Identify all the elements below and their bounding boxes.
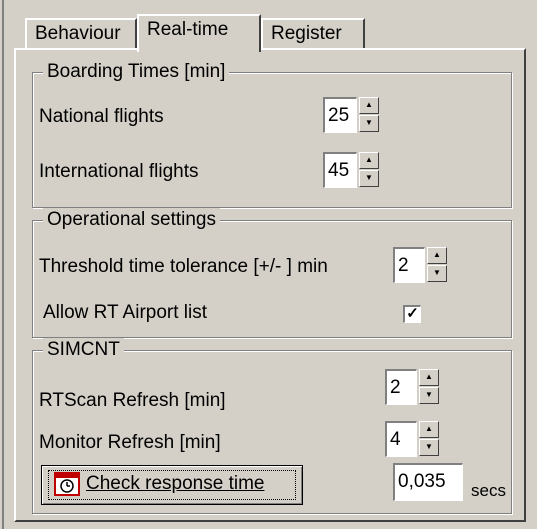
rtscan-arrows: ▲ ▼ (419, 369, 439, 405)
national-down-arrow-icon[interactable]: ▼ (359, 115, 379, 132)
tab-panel-real-time: Boarding Times [min] National flights 25… (14, 48, 526, 522)
monitor-refresh-label: Monitor Refresh [min] (39, 432, 221, 453)
tab-behaviour-label: Behaviour (35, 23, 121, 44)
national-flights-spinner: 25 ▲ ▼ (323, 95, 393, 135)
check-response-time-label: Check response time (86, 473, 265, 494)
international-up-arrow-icon[interactable]: ▲ (359, 152, 379, 169)
check-mark-icon: ✓ (406, 305, 419, 322)
national-flights-arrows: ▲ ▼ (359, 97, 379, 133)
rtscan-refresh-input[interactable]: 2 (385, 369, 417, 405)
international-down-arrow-icon[interactable]: ▼ (359, 170, 379, 187)
monitor-down-arrow-icon[interactable]: ▼ (419, 439, 439, 456)
national-flights-input[interactable]: 25 (323, 97, 357, 133)
boarding-times-group: Boarding Times [min] National flights 25… (32, 60, 512, 208)
window-left-edge (2, 0, 4, 529)
operational-settings-legend: Operational settings (43, 208, 220, 232)
threshold-tolerance-label: Threshold time tolerance [+/- ] min (39, 256, 328, 277)
national-flights-label: National flights (39, 106, 164, 127)
operational-settings-group: Operational settings Threshold time tole… (32, 208, 512, 338)
allow-rt-airport-label: Allow RT Airport list (43, 302, 208, 323)
check-response-time-button[interactable]: Check response time (41, 465, 303, 505)
international-flights-spinner: 45 ▲ ▼ (323, 150, 393, 190)
simcnt-legend: SIMCNT (43, 338, 124, 362)
threshold-up-arrow-icon[interactable]: ▲ (427, 247, 447, 264)
monitor-up-arrow-icon[interactable]: ▲ (419, 421, 439, 438)
tab-behaviour[interactable]: Behaviour (25, 18, 137, 50)
international-flights-label: International flights (39, 161, 199, 182)
monitor-refresh-input[interactable]: 4 (385, 421, 417, 457)
response-time-field[interactable]: 0,035 (393, 463, 463, 501)
monitor-arrows: ▲ ▼ (419, 421, 439, 457)
secs-label: secs (471, 481, 506, 500)
threshold-tolerance-input[interactable]: 2 (393, 247, 425, 283)
clock-icon (54, 472, 80, 496)
tab-register[interactable]: Register (261, 18, 365, 50)
rtscan-refresh-label: RTScan Refresh [min] (39, 390, 226, 411)
international-flights-arrows: ▲ ▼ (359, 152, 379, 188)
rtscan-up-arrow-icon[interactable]: ▲ (419, 369, 439, 386)
threshold-arrows: ▲ ▼ (427, 247, 447, 283)
allow-rt-airport-checkbox[interactable]: ✓ (403, 305, 421, 323)
tab-register-label: Register (271, 23, 342, 44)
tab-real-time[interactable]: Real-time (137, 14, 261, 52)
threshold-down-arrow-icon[interactable]: ▼ (427, 265, 447, 282)
tab-real-time-label: Real-time (147, 19, 229, 40)
rtscan-refresh-spinner: 2 ▲ ▼ (385, 367, 445, 407)
boarding-times-legend: Boarding Times [min] (43, 60, 230, 84)
national-up-arrow-icon[interactable]: ▲ (359, 97, 379, 114)
monitor-refresh-spinner: 4 ▲ ▼ (385, 419, 445, 459)
rtscan-down-arrow-icon[interactable]: ▼ (419, 387, 439, 404)
threshold-tolerance-spinner: 2 ▲ ▼ (393, 245, 453, 285)
international-flights-input[interactable]: 45 (323, 152, 357, 188)
tab-bar: Behaviour Real-time Register (25, 14, 525, 52)
simcnt-group: SIMCNT RTScan Refresh [min] 2 ▲ ▼ Monito… (32, 338, 512, 514)
